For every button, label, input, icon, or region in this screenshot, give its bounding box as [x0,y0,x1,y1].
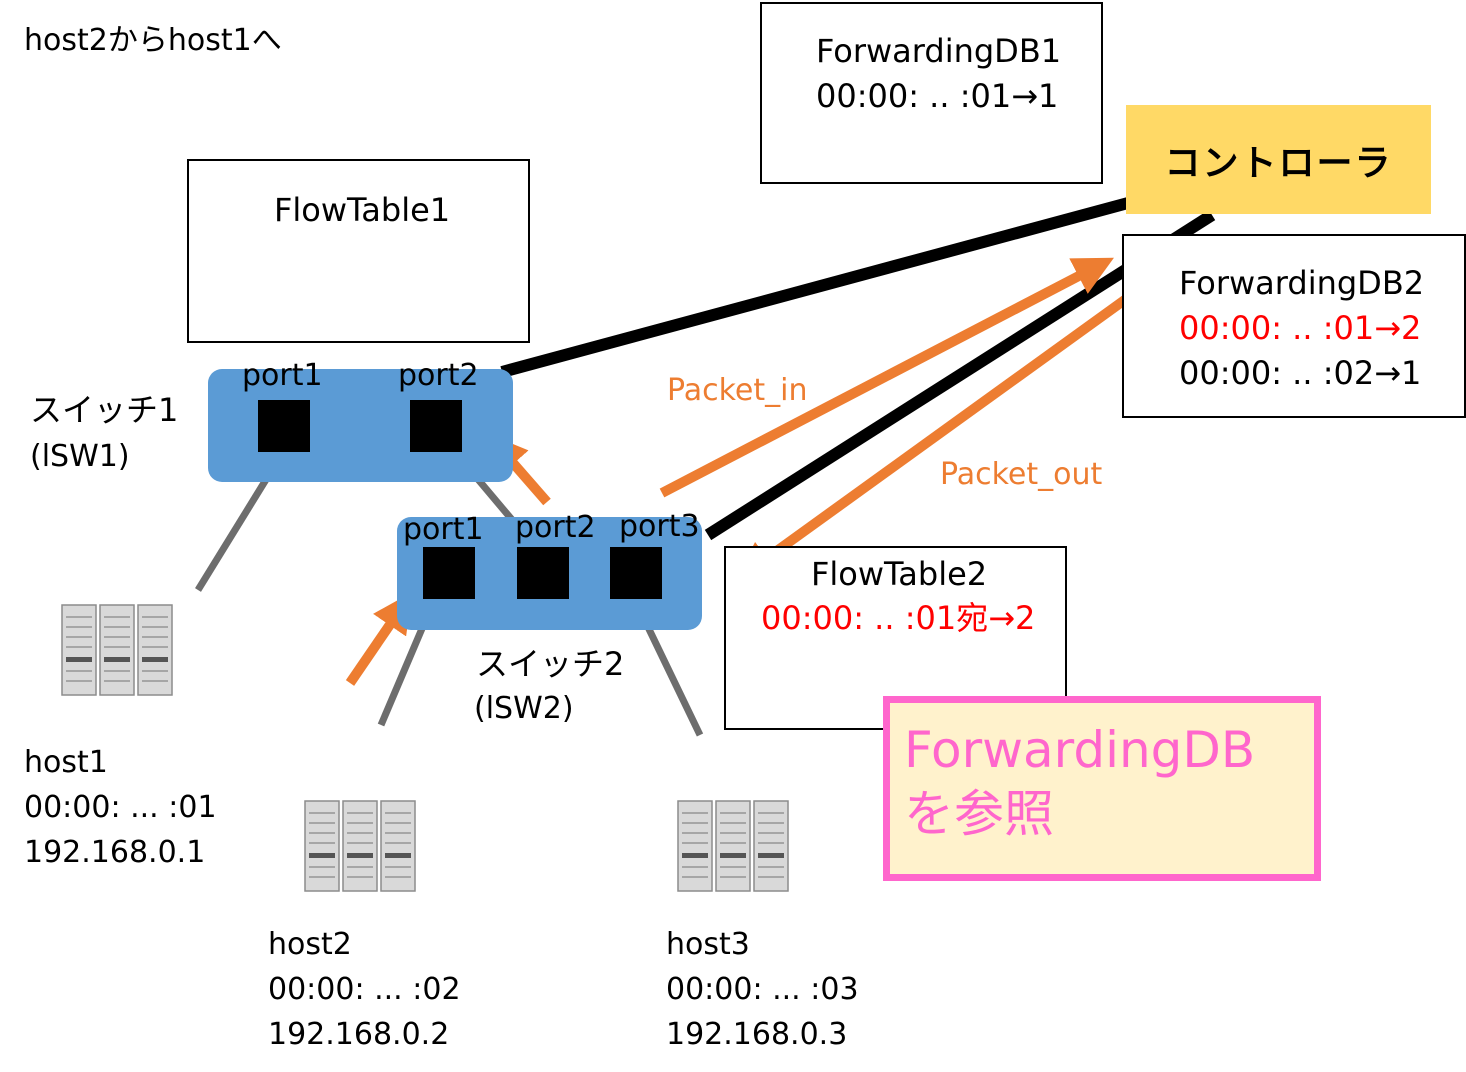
host2-server-icon [304,800,416,892]
packet-out-label: Packet_out [940,457,1103,492]
forwarding-db1-entry: 00:00: .. :01→1 [816,77,1059,115]
host1-mac: 00:00: ... :01 [24,790,217,825]
switch1-port2 [410,400,462,452]
switch2-port3-label: port3 [619,509,700,544]
switch2-port1 [423,547,475,599]
arrow-packet-out [734,281,1147,582]
forwarding-db2-entry: 00:00: .. :02→1 [1179,354,1422,392]
controller-link-switch1 [500,197,1130,378]
forwarding-db1-title: ForwardingDB1 [816,32,1062,70]
switch2-port3 [610,547,662,599]
switch1-port1 [258,400,310,452]
callout-line2: を参照 [904,785,1054,843]
switch1-name: スイッチ1 [30,391,179,429]
host2-ip: 192.168.0.2 [268,1017,450,1052]
host1-server-icon [61,604,173,696]
host3-name: host3 [666,927,750,962]
arrow-host2-to-sw2 [345,592,413,686]
host2-name: host2 [268,927,352,962]
callout-line1: ForwardingDB [904,721,1256,779]
switch2-port2 [517,547,569,599]
host1-label: host1 00:00: ... :01 192.168.0.1 [24,740,217,875]
flow-table1-title: FlowTable1 [274,191,451,229]
switch2-port1-label: port1 [403,512,484,547]
forwarding-db2-entry-new: 00:00: .. :01→2 [1179,309,1422,347]
diagram-title: host2からhost1へ [24,23,282,58]
host3-ip: 192.168.0.3 [666,1017,848,1052]
switch1-port1-label: port1 [242,358,323,393]
forwarding-db2-title: ForwardingDB2 [1179,264,1425,302]
forwarding-db1-box: ForwardingDB1 00:00: .. :01→1 [760,2,1103,184]
forwarding-db-callout: ForwardingDB を参照 [883,696,1321,881]
host3-server-icon [677,800,789,892]
switch1-id: (lSW1) [30,439,130,474]
controller-label: コントローラ [1164,142,1393,184]
host3-mac: 00:00: ... :03 [666,972,859,1007]
flow-table2-entry-new: 00:00: .. :01宛→2 [761,599,1036,637]
controller-node: コントローラ [1126,105,1431,214]
flow-table2-title: FlowTable2 [811,555,988,593]
host2-mac: 00:00: ... :02 [268,972,461,1007]
flow-table1-box: FlowTable1 [187,159,530,343]
host1-ip: 192.168.0.1 [24,835,206,870]
switch2-port2-label: port2 [515,510,596,545]
host2-label: host2 00:00: ... :02 192.168.0.2 [268,922,461,1057]
switch2-name: スイッチ2 [476,645,625,683]
switch1-port2-label: port2 [398,358,479,393]
host3-label: host3 00:00: ... :03 192.168.0.3 [666,922,859,1057]
packet-in-label: Packet_in [667,373,808,408]
host1-name: host1 [24,745,108,780]
forwarding-db2-box: ForwardingDB2 00:00: .. :01→2 00:00: .. … [1122,234,1466,418]
switch2-id: (lSW2) [474,691,574,726]
